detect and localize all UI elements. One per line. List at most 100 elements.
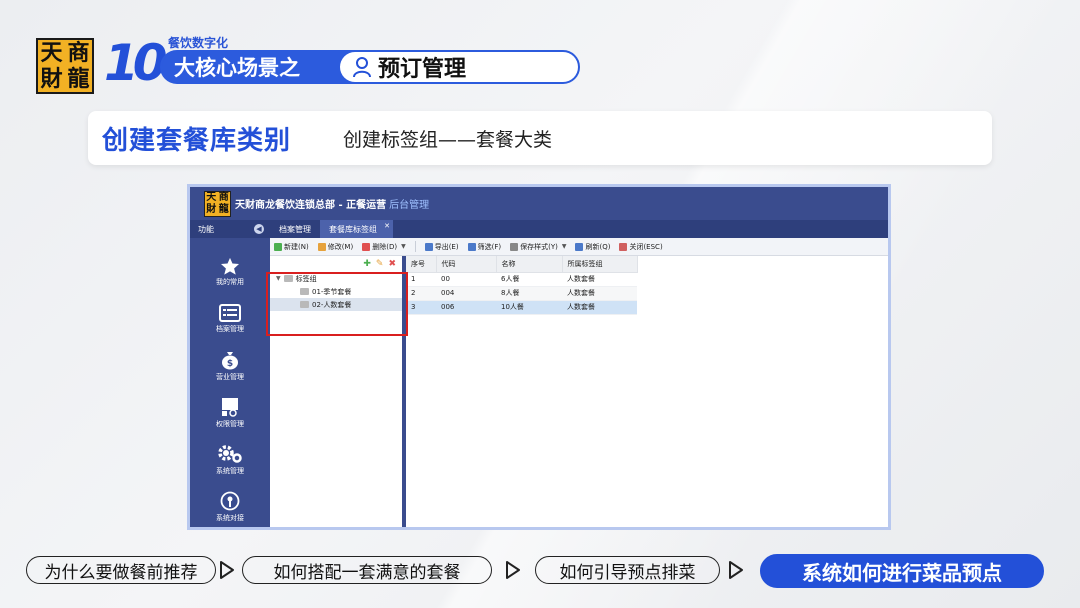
toolbar-divider: [414, 241, 416, 252]
save-style-button[interactable]: 保存样式(Y) ▼: [510, 242, 566, 252]
sidebar-item-business[interactable]: $ 营业管理: [190, 342, 270, 389]
add-icon[interactable]: ✚: [363, 259, 371, 269]
sidebar-item-label: 系统管理: [216, 466, 244, 475]
new-label: 新建(N): [284, 242, 309, 251]
app-title: 天财商龙餐饮连锁总部 - 正餐运营: [235, 200, 387, 211]
table-row[interactable]: 3 006 10人餐 人数套餐: [406, 300, 637, 315]
sidebar-item-label: 系统对接: [216, 513, 244, 522]
table-cell: 人数套餐: [562, 272, 637, 287]
table-cell: 2: [406, 286, 436, 301]
money-bag-icon: $: [222, 351, 238, 369]
logo-char: 財: [40, 66, 63, 92]
toolbar: 新建(N) 修改(M) 删除(D) ▼ 导出(E) 筛选(F) 保存样式(Y) ▼ …: [270, 238, 888, 256]
close-button[interactable]: 关闭(ESC): [619, 242, 663, 252]
app-window: 天 商 財 龍 天财商龙餐饮连锁总部 - 正餐运营 后台管理 功能 ◀ 档案管理…: [187, 184, 891, 530]
exit-icon: [619, 242, 628, 251]
export-icon: [424, 242, 433, 251]
archive-icon: [219, 303, 241, 322]
banner-left-text: 大核心场景之: [174, 56, 300, 80]
filter-button[interactable]: 筛选(F): [467, 242, 502, 252]
chevron-down-icon[interactable]: ▼: [562, 243, 567, 250]
save-style-label: 保存样式(Y): [520, 242, 558, 251]
delete-icon[interactable]: ✖: [388, 259, 396, 269]
logo-char: 財: [206, 203, 217, 215]
sidebar-item-archive[interactable]: 档案管理: [190, 295, 270, 342]
table-row[interactable]: 1 00 6人餐 人数套餐: [406, 272, 637, 287]
logo-char: 龍: [218, 203, 229, 215]
play-arrow-icon: [220, 561, 234, 579]
flow-step-current[interactable]: 系统如何进行菜品预点: [760, 554, 1044, 588]
app-title-sub: 后台管理: [389, 200, 430, 211]
sidebar-item-favorites[interactable]: 我的常用: [190, 248, 270, 295]
table-cell: 10人餐: [496, 300, 562, 315]
sidebar-item-permission[interactable]: 权限管理: [190, 389, 270, 436]
svg-text:$: $: [227, 359, 233, 369]
data-grid: 序号 代码 名称 所属标签组 1 00 6人餐 人数套餐 2 004 8人餐 人…: [406, 256, 888, 527]
table-cell: 3: [406, 300, 436, 315]
table-row[interactable]: 2 004 8人餐 人数套餐: [406, 286, 637, 301]
chevron-down-icon[interactable]: ▼: [401, 243, 406, 250]
section-title-bar: 创建套餐库类别 创建标签组——套餐大类: [88, 111, 992, 165]
new-button[interactable]: 新建(N): [274, 242, 309, 252]
flow-step[interactable]: 如何搭配一套满意的套餐: [242, 556, 492, 584]
delete-label: 删除(D): [372, 242, 398, 251]
logo-char: 商: [218, 191, 229, 203]
scene-banner: 大核心场景之 预订管理: [160, 50, 580, 84]
filter-label: 筛选(F): [477, 242, 502, 251]
export-label: 导出(E): [434, 242, 459, 251]
table-cell: 人数套餐: [562, 286, 637, 301]
tab-label: 套餐库标签组: [329, 224, 377, 234]
new-icon: [274, 242, 282, 251]
column-header[interactable]: 名称: [496, 256, 563, 273]
brand-logo: 天 商 財 龍: [36, 38, 94, 94]
sidebar-item-system[interactable]: 系统管理: [190, 436, 270, 483]
column-header[interactable]: 代码: [436, 256, 497, 273]
collapse-icon[interactable]: ◀: [254, 224, 264, 234]
search-icon: [467, 242, 476, 251]
table-cell: 8人餐: [496, 286, 562, 301]
column-header[interactable]: 序号: [406, 256, 437, 273]
delete-button[interactable]: 删除(D) ▼: [362, 242, 406, 252]
close-icon[interactable]: ✕: [384, 222, 390, 230]
sidebar-item-label: 营业管理: [216, 372, 244, 381]
gear-icon: [218, 444, 242, 463]
table-cell: 人数套餐: [562, 300, 637, 315]
table-cell: 006: [436, 300, 496, 315]
pencil-icon[interactable]: ✎: [376, 259, 384, 269]
column-header[interactable]: 所属标签组: [562, 256, 638, 273]
flow-step[interactable]: 如何引导预点排菜: [535, 556, 720, 584]
side-nav: 我的常用 档案管理 $ 营业管理 权限管理 系统管理 系统对接: [190, 238, 270, 527]
app-header: 天 商 財 龍 天财商龙餐饮连锁总部 - 正餐运营 后台管理: [190, 187, 888, 220]
table-cell: 00: [436, 272, 496, 287]
table-cell: 6人餐: [496, 272, 562, 287]
play-arrow-icon: [729, 561, 743, 579]
edit-button[interactable]: 修改(M): [317, 242, 354, 252]
save-icon: [510, 242, 519, 251]
sidebar-item-integration[interactable]: 系统对接: [190, 483, 270, 527]
logo-char: 商: [67, 40, 90, 66]
section-subtitle: 创建标签组——套餐大类: [343, 128, 553, 151]
flow-step[interactable]: 为什么要做餐前推荐: [26, 556, 216, 584]
tag-group-tree: ✚ ✎ ✖ ▼ 标签组 01-季节套餐 02-人数套餐: [266, 256, 408, 527]
tab-archive[interactable]: 档案管理: [270, 220, 320, 238]
export-button[interactable]: 导出(E): [424, 242, 459, 252]
logo-char: 龍: [67, 66, 90, 92]
kicker-text: 餐饮数字化: [168, 36, 229, 50]
refresh-button[interactable]: 刷新(Q): [575, 242, 610, 252]
app-logo: 天 商 財 龍: [204, 190, 231, 217]
main-panel: 新建(N) 修改(M) 删除(D) ▼ 导出(E) 筛选(F) 保存样式(Y) ▼ …: [266, 238, 888, 527]
close-label: 关闭(ESC): [629, 242, 663, 251]
link-icon: [220, 491, 240, 510]
grid-header-row: 序号 代码 名称 所属标签组: [406, 256, 638, 273]
function-label: 功能: [198, 224, 214, 234]
sidebar-item-label: 我的常用: [216, 277, 244, 286]
big-number: 10: [104, 34, 168, 92]
sidebar-item-label: 权限管理: [216, 419, 244, 428]
edit-label: 修改(M): [327, 242, 354, 251]
grid-table: 序号 代码 名称 所属标签组 1 00 6人餐 人数套餐 2 004 8人餐 人…: [406, 256, 638, 315]
function-menu[interactable]: 功能 ◀: [190, 220, 270, 238]
delete-icon: [362, 242, 371, 251]
edit-icon: [317, 242, 326, 251]
refresh-label: 刷新(Q): [585, 242, 611, 251]
tab-package-tag-group[interactable]: 套餐库标签组 ✕: [320, 220, 393, 238]
